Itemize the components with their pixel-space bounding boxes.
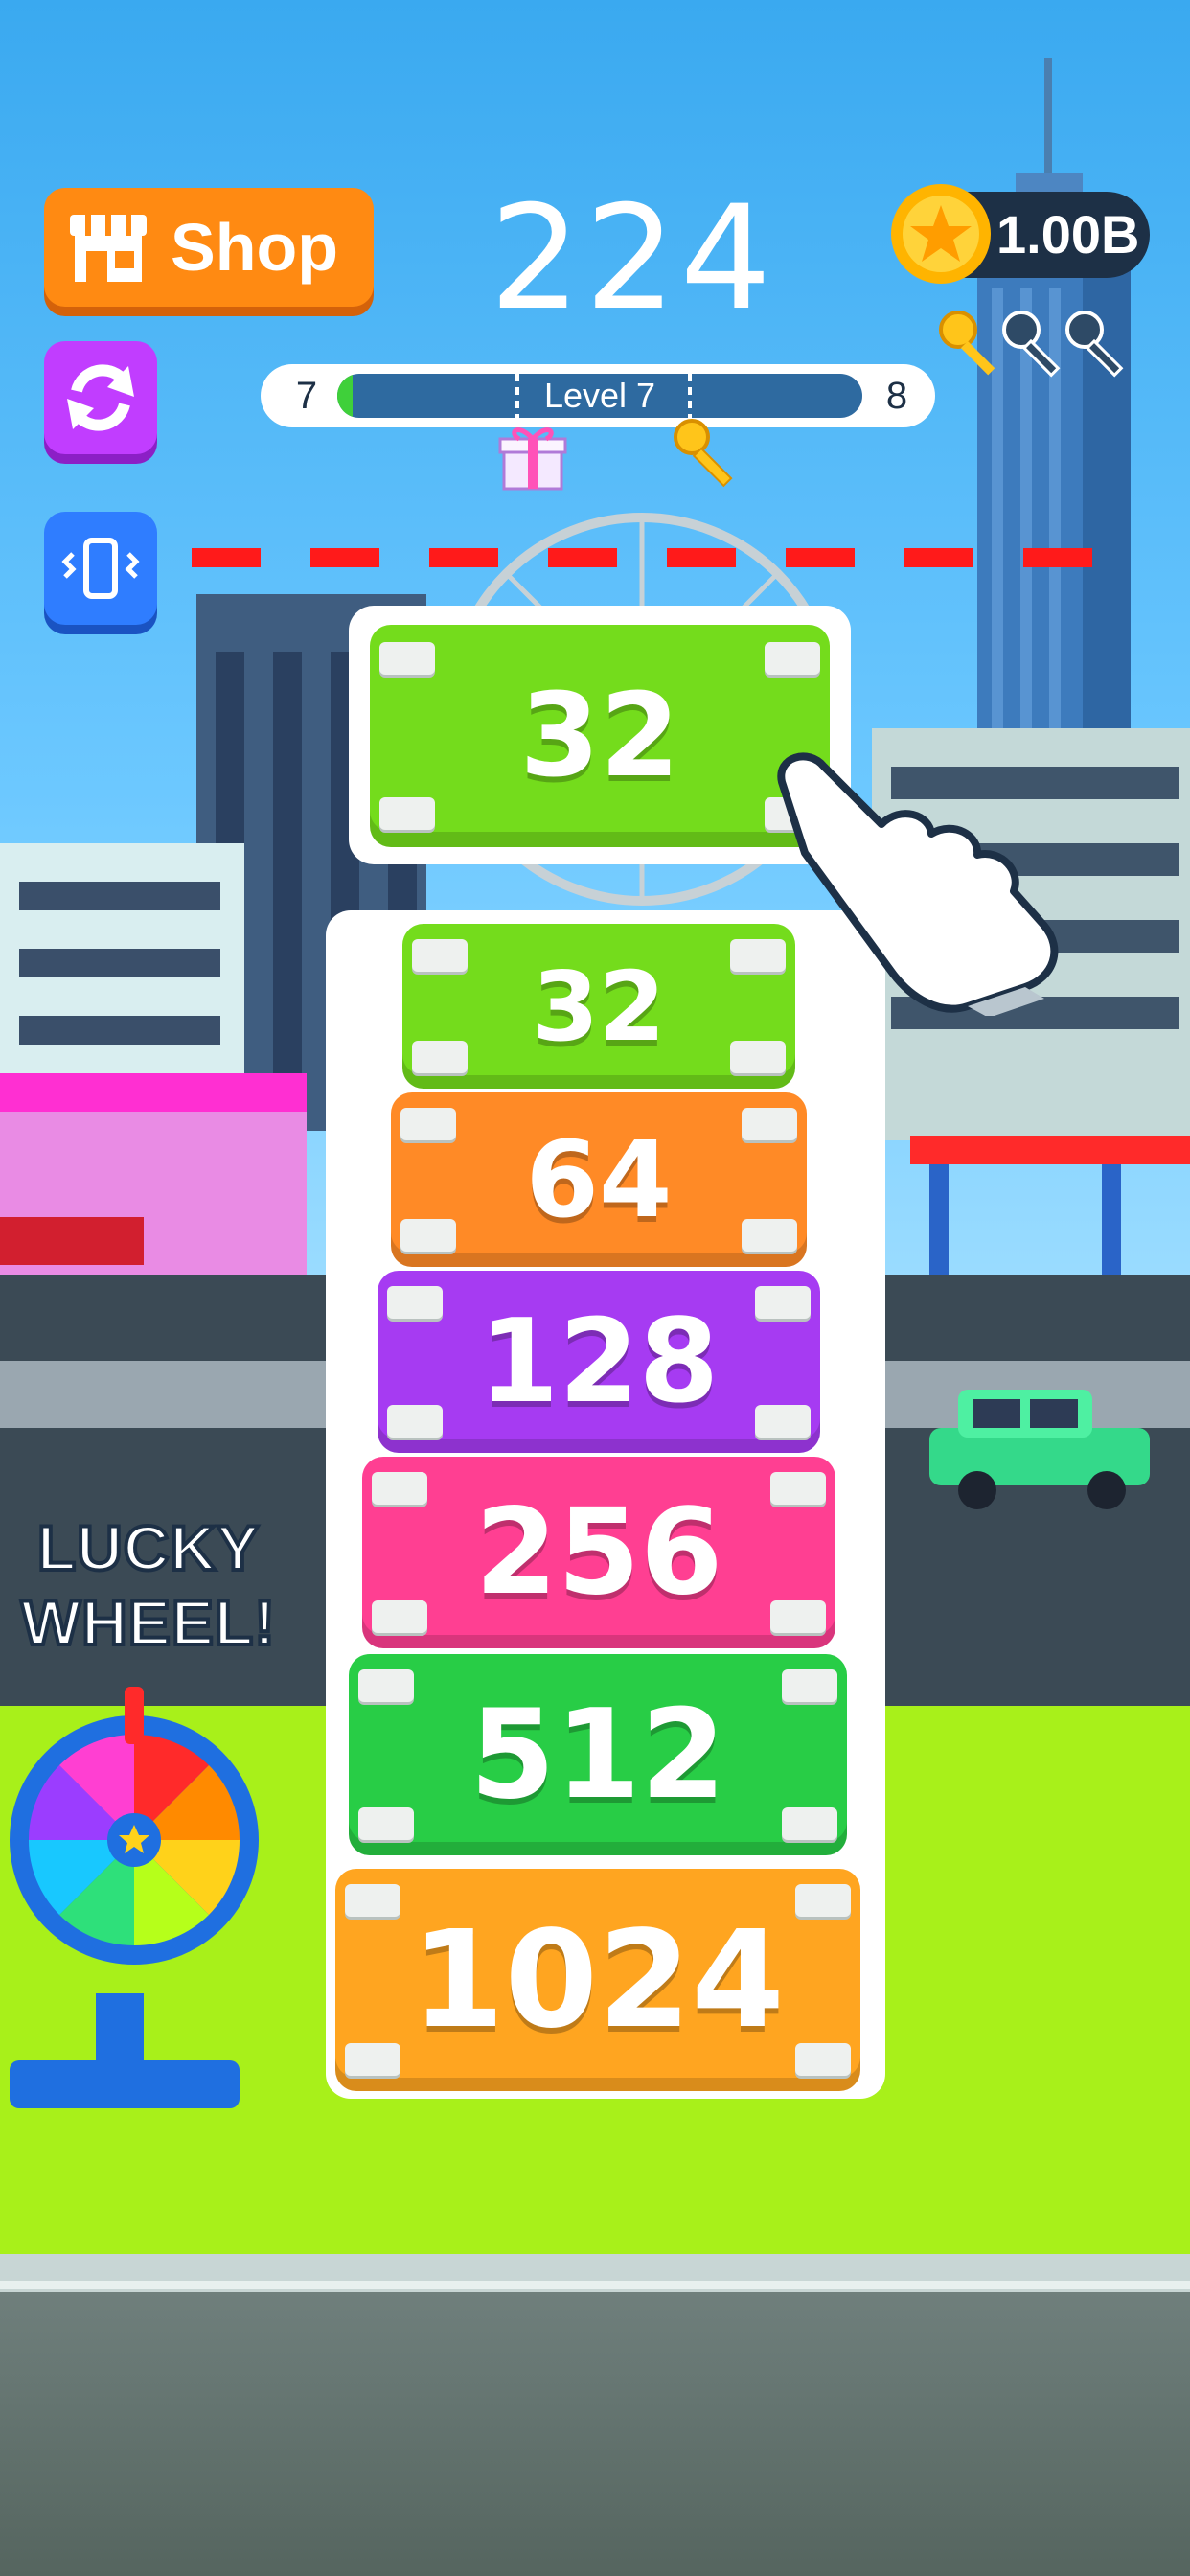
hand-pointer-icon — [777, 752, 1059, 1016]
stack-block: 128 — [378, 1271, 820, 1453]
block-clip — [770, 1600, 826, 1633]
block-clip — [730, 1041, 786, 1073]
lucky-wheel-icon[interactable] — [0, 1687, 268, 2128]
block-clip — [387, 1286, 443, 1319]
block-clip — [795, 2043, 851, 2076]
block-value: 32 — [519, 669, 680, 803]
block-clip — [742, 1219, 797, 1252]
stack-block: 1024 — [335, 1869, 860, 2091]
shop-label: Shop — [171, 210, 338, 285]
stack-block: 256 — [362, 1457, 835, 1648]
block-clip — [412, 939, 468, 972]
shop-button[interactable]: Shop — [44, 188, 374, 307]
block-clip — [782, 1807, 837, 1840]
block-clip — [795, 1884, 851, 1917]
key-icon — [1065, 310, 1124, 378]
block-clip — [345, 1884, 400, 1917]
key-icon — [939, 310, 995, 376]
next-level-number: 8 — [885, 375, 908, 417]
block-value: 32 — [532, 950, 666, 1063]
block-value: 512 — [469, 1683, 726, 1827]
coin-amount: 1.00B — [996, 204, 1140, 264]
curb-line — [0, 2281, 1190, 2288]
block-clip — [372, 1472, 427, 1505]
block-clip — [782, 1669, 837, 1702]
block-clip — [765, 642, 820, 675]
building-left — [0, 843, 244, 1092]
block-clip — [400, 1108, 456, 1140]
key-icon — [1002, 310, 1061, 378]
block-clip — [400, 1219, 456, 1252]
restart-button[interactable] — [44, 341, 157, 454]
lucky-wheel-label-line2: WHEEL! — [19, 1585, 277, 1660]
lucky-wheel-label-line1: LUCKY — [35, 1510, 261, 1585]
gift-icon — [498, 427, 567, 491]
block-clip — [742, 1108, 797, 1140]
current-block[interactable]: 32 — [370, 625, 830, 847]
block-value: 128 — [478, 1295, 720, 1429]
score: 224 — [489, 175, 776, 342]
block-clip — [412, 1041, 468, 1073]
limit-line — [192, 548, 1131, 567]
block-value: 1024 — [411, 1901, 785, 2058]
block-clip — [379, 642, 435, 675]
stack-block: 64 — [391, 1092, 807, 1267]
keys-collected — [939, 310, 1124, 378]
block-clip — [345, 2043, 400, 2076]
shop-building-left — [0, 1073, 307, 1294]
block-clip — [358, 1807, 414, 1840]
shop-icon — [70, 215, 147, 282]
coin-icon — [891, 184, 991, 284]
stack-block: 512 — [349, 1654, 847, 1855]
key-icon — [674, 419, 733, 488]
current-level-number: 7 — [295, 375, 318, 417]
block-value: 256 — [474, 1484, 723, 1622]
block-clip — [358, 1669, 414, 1702]
block-clip — [372, 1600, 427, 1633]
block-clip — [770, 1472, 826, 1505]
block-value: 64 — [525, 1118, 673, 1241]
stack-block: 32 — [402, 924, 795, 1089]
block-clip — [379, 797, 435, 830]
vibration-icon — [61, 538, 140, 599]
restart-icon — [67, 364, 134, 431]
block-clip — [755, 1286, 811, 1319]
car — [929, 1390, 1150, 1509]
ground — [0, 2292, 1190, 2576]
vibration-button[interactable] — [44, 512, 157, 625]
block-clip — [755, 1405, 811, 1438]
lucky-wheel-label[interactable]: LUCKY WHEEL! — [19, 1510, 278, 1660]
block-clip — [387, 1405, 443, 1438]
level-label: Level 7 — [543, 376, 656, 415]
